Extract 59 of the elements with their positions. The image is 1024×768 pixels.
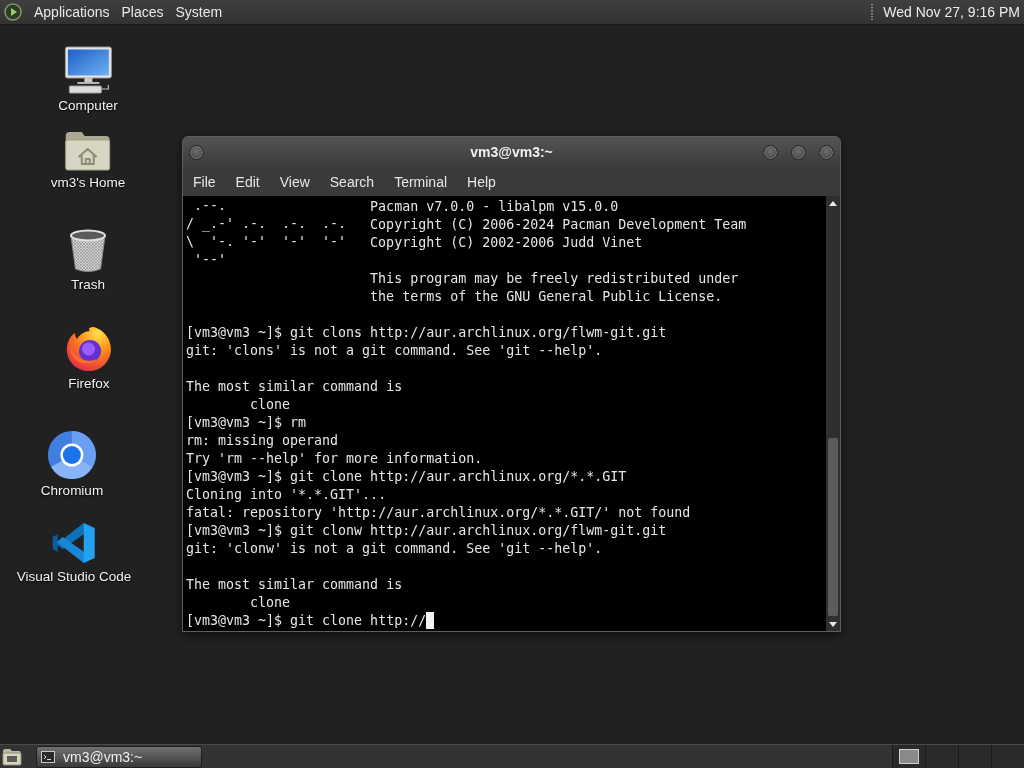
- menu-item[interactable]: Terminal: [384, 169, 458, 194]
- terminal-line: Try 'rm --help' for more information.: [186, 450, 483, 466]
- menu-item[interactable]: Help: [457, 169, 506, 194]
- terminal-line: [vm3@vm3 ~]$ rm: [186, 414, 307, 430]
- up-arrow-icon: [829, 200, 837, 206]
- terminal-line: [vm3@vm3 ~]$ git clons http://aur.archlinux.org/flwm-git.git: [186, 324, 667, 340]
- down-arrow-icon: [829, 621, 837, 627]
- window-icon: [899, 749, 919, 764]
- terminal-line: fatal: repository 'http://aur.archlinux.org/*.*.GIT/' not found: [186, 504, 691, 520]
- clock[interactable]: Wed Nov 27, 9:16 PM: [883, 4, 1020, 20]
- menu-item[interactable]: Search: [319, 169, 385, 194]
- terminal-line: The most similar command is: [186, 576, 403, 592]
- terminal-line: rm: missing operand: [186, 432, 339, 448]
- vscode-logo-icon: [52, 521, 96, 565]
- chromium-logo-icon: [48, 431, 96, 479]
- terminal-line: [vm3@vm3 ~]$ git clone http://: [186, 612, 427, 628]
- desktop-shortcut[interactable]: Trash: [69, 229, 107, 293]
- scrollbar[interactable]: [826, 196, 840, 631]
- terminal-line: The most similar command is: [186, 378, 403, 394]
- window-control-button[interactable]: [189, 144, 204, 160]
- desktop-shortcut[interactable]: vm3's Home: [50, 131, 126, 191]
- workspace-button[interactable]: [892, 745, 925, 768]
- window-control-button[interactable]: [791, 144, 806, 160]
- show-desktop-icon[interactable]: [2, 746, 22, 767]
- taskbar-button[interactable]: vm3@vm3:~: [36, 745, 202, 768]
- window-control-button[interactable]: [763, 144, 778, 160]
- panel-handle-icon[interactable]: [871, 4, 874, 20]
- menu-item[interactable]: File: [183, 169, 226, 194]
- computer-icon: [64, 46, 112, 94]
- terminal-icon: [41, 750, 55, 763]
- panel-menu-button[interactable]: Places: [115, 1, 170, 23]
- trash-icon: [69, 229, 107, 273]
- desktop-shortcut[interactable]: Visual Studio Code: [16, 521, 132, 585]
- menu-item[interactable]: Edit: [225, 169, 270, 194]
- terminal-line: This program may be freely redistributed under: [370, 270, 739, 286]
- window-control-button[interactable]: [819, 144, 834, 160]
- terminal-line: git: 'clonw' is not a git command. See 'git --help'.: [186, 540, 603, 556]
- firefox-logo-icon: [66, 326, 112, 372]
- terminal-line: the terms of the GNU General Public License.: [370, 288, 723, 304]
- terminal-line: Cloning into '*.*.GIT'...: [186, 486, 387, 502]
- desktop-shortcut[interactable]: Chromium: [40, 431, 104, 499]
- menu-item[interactable]: View: [269, 169, 320, 194]
- terminal-line: Copyright (C) 2002-2006 Judd Vinet: [370, 234, 643, 250]
- scrollbar-thumb[interactable]: [828, 438, 838, 616]
- play-circle-icon[interactable]: [4, 3, 22, 21]
- home-folder-icon: [65, 131, 111, 171]
- terminal-line: [vm3@vm3 ~]$ git clone http://aur.archlinux.org/*.*.GIT: [186, 468, 627, 484]
- terminal-line: [vm3@vm3 ~]$ git clonw http://aur.archlinux.org/flwm-git.git: [186, 522, 667, 538]
- desktop-shortcut[interactable]: Computer: [58, 46, 118, 114]
- panel-menu-button[interactable]: Applications: [28, 1, 116, 23]
- terminal-line: clone: [250, 594, 291, 610]
- terminal-line: git: 'clons' is not a git command. See 'git --help'.: [186, 342, 603, 358]
- terminal-line: Pacman v7.0.0 - libalpm v15.0.0: [370, 198, 619, 214]
- terminal-line: clone: [250, 396, 291, 412]
- terminal-line: Copyright (C) 2006-2024 Pacman Development Team: [370, 216, 747, 232]
- desktop-shortcut[interactable]: Firefox: [66, 326, 112, 392]
- ascii-art: .--. / _.-' .-. .-. .-. \ '-. '-' '-' '-' '--': [186, 197, 348, 269]
- panel-menu-button[interactable]: System: [169, 1, 229, 23]
- window-title: vm3@vm3:~: [470, 144, 553, 160]
